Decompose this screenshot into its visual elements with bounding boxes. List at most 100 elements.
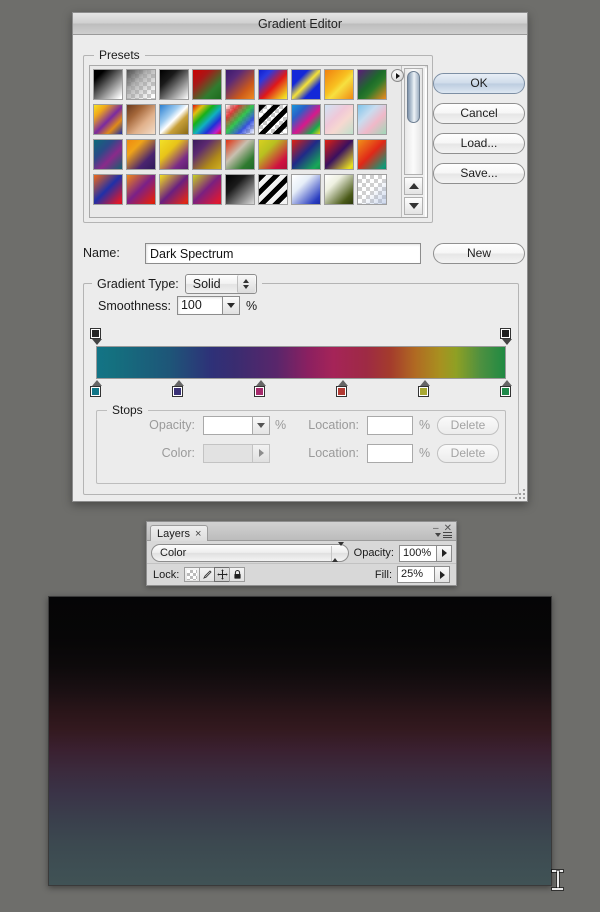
preset-swatch-yellow-violet-orange-blue[interactable] — [93, 104, 123, 135]
preset-swatch-red-navy-green[interactable] — [291, 139, 321, 170]
scrollbar-track[interactable] — [404, 68, 423, 175]
blend-mode-popup[interactable]: Color — [151, 541, 349, 562]
blend-mode-value: Color — [160, 547, 187, 559]
preset-swatch-violet-orange[interactable] — [225, 69, 255, 100]
panel-menu-icon[interactable] — [435, 532, 452, 538]
preset-swatch-red-green[interactable] — [192, 69, 222, 100]
color-stop-green[interactable] — [500, 380, 513, 397]
color-stop-magenta[interactable] — [254, 380, 267, 397]
color-stop-navy[interactable] — [172, 380, 185, 397]
save-button[interactable]: Save... — [433, 163, 525, 184]
preset-swatch-orange-yellow-orange[interactable] — [324, 69, 354, 100]
gradient-name-input[interactable] — [145, 243, 421, 264]
preset-swatch-orange-blue-red[interactable] — [93, 174, 123, 205]
preset-swatch-white-olive[interactable] — [324, 174, 354, 205]
preset-swatch-chrome[interactable] — [159, 104, 189, 135]
delete-opacity-stop-button[interactable]: Delete — [437, 415, 499, 435]
preset-swatch-transparent-rainbow[interactable] — [225, 104, 255, 135]
smoothness-row: Smoothness: 100 % — [98, 296, 257, 315]
color-location-input[interactable] — [367, 443, 413, 463]
gradient-editor-dialog: Gradient Editor Presets OK Cancel Load..… — [72, 12, 528, 502]
preset-swatch-orange-red-teal[interactable] — [357, 139, 387, 170]
preset-swatch-transparent-white[interactable] — [357, 174, 387, 205]
lock-position-move-icon[interactable] — [214, 567, 231, 582]
preset-swatch-fill — [94, 105, 122, 134]
gradient-type-value: Solid — [192, 277, 221, 291]
scroll-up-arrow-icon[interactable] — [404, 177, 423, 195]
opacity-panel-arrow-icon[interactable] — [437, 544, 452, 562]
presets-menu-triangle-icon[interactable] — [391, 69, 404, 82]
preset-swatch-copper[interactable] — [126, 104, 156, 135]
fill-arrow-icon[interactable] — [435, 566, 450, 583]
preset-swatch-red-gray-green[interactable] — [225, 139, 255, 170]
color-stop-olive[interactable] — [418, 380, 431, 397]
opacity-panel-label: Opacity: — [353, 547, 394, 559]
preset-swatch-white-blue[interactable] — [291, 174, 321, 205]
color-swatch[interactable] — [203, 443, 253, 463]
preset-swatch-grid[interactable] — [90, 66, 401, 217]
preset-swatch-fill — [160, 175, 188, 204]
color-stop-teal[interactable] — [90, 380, 103, 397]
preset-swatch-black-gray[interactable] — [225, 174, 255, 205]
preset-swatch-black-stripes[interactable] — [258, 174, 288, 205]
preset-swatch-violet-green-orange[interactable] — [357, 69, 387, 100]
preset-swatch-blue-red-yellow[interactable] — [258, 69, 288, 100]
lock-image-pixels-brush-icon[interactable] — [199, 567, 216, 582]
preset-swatch-fill — [358, 140, 386, 169]
fill-label: Fill: — [374, 568, 392, 581]
preset-swatch-olive-crimson[interactable] — [258, 139, 288, 170]
preset-swatch-blue-magenta-green[interactable] — [291, 104, 321, 135]
preset-swatch-pastel-pink[interactable] — [324, 104, 354, 135]
scrollbar-thumb[interactable] — [407, 71, 420, 123]
opacity-stop-left[interactable] — [90, 328, 103, 345]
document-canvas[interactable] — [49, 597, 551, 885]
color-menu-arrow-icon[interactable] — [253, 443, 270, 463]
gradient-type-popup[interactable]: Solid — [184, 274, 257, 294]
opacity-dropdown-icon[interactable] — [253, 415, 270, 435]
preset-swatch-fill — [259, 140, 287, 169]
gradient-preview-bar[interactable] — [96, 346, 506, 379]
preset-swatch-foreground-to-transparent[interactable] — [126, 69, 156, 100]
preset-swatch-red-violet-yellow[interactable] — [324, 139, 354, 170]
preset-swatch-orange-violet-red[interactable] — [126, 174, 156, 205]
color-stop-red[interactable] — [336, 380, 349, 397]
preset-swatch-orange-violet[interactable] — [126, 139, 156, 170]
lock-transparency-icon[interactable] — [184, 567, 201, 582]
ok-button[interactable]: OK — [433, 73, 525, 94]
document-window[interactable] — [48, 596, 552, 886]
delete-color-stop-button[interactable]: Delete — [437, 443, 499, 463]
preset-swatch-fill — [160, 70, 188, 99]
opacity-panel-input[interactable]: 100% — [399, 544, 437, 562]
preset-swatch-pastel-blue-pink[interactable] — [357, 104, 387, 135]
load-button[interactable]: Load... — [433, 133, 525, 154]
blend-mode-stepper-icon[interactable] — [330, 541, 346, 562]
preset-swatch-yellow-violet-red[interactable] — [159, 174, 189, 205]
new-button[interactable]: New — [433, 243, 525, 264]
presets-scrollbar[interactable] — [401, 66, 425, 217]
cancel-button[interactable]: Cancel — [433, 103, 525, 124]
preset-swatch-violet-olive[interactable] — [192, 139, 222, 170]
opacity-input[interactable] — [203, 415, 253, 435]
opacity-stop-right[interactable] — [500, 328, 513, 345]
preset-swatch-yellow-violet[interactable] — [159, 139, 189, 170]
fill-input[interactable]: 25% — [397, 566, 435, 583]
stops-group-title: Stops — [107, 403, 148, 417]
tab-close-icon[interactable]: × — [195, 528, 201, 540]
preset-swatch-blue-yellow-blue[interactable] — [291, 69, 321, 100]
smoothness-input[interactable]: 100 — [176, 296, 223, 315]
preset-swatch-fill — [226, 140, 254, 169]
smoothness-dropdown-icon[interactable] — [222, 296, 240, 315]
preset-swatch-black-white[interactable] — [93, 69, 123, 100]
opacity-location-input[interactable] — [367, 415, 413, 435]
scroll-down-arrow-icon[interactable] — [404, 197, 423, 215]
preset-swatch-teal-violet[interactable] — [93, 139, 123, 170]
gradient-type-stepper-icon[interactable] — [236, 275, 255, 293]
tab-layers[interactable]: Layers × — [150, 525, 209, 541]
lock-all-padlock-icon[interactable] — [229, 567, 246, 582]
gradient-type-group: Gradient Type: Solid Smoothness: 100 % S… — [83, 274, 519, 495]
preset-swatch-spectrum[interactable] — [192, 104, 222, 135]
preset-swatch-transparent-stripes[interactable] — [258, 104, 288, 135]
preset-swatch-olive-violet-red[interactable] — [192, 174, 222, 205]
preset-swatch-black-white-soft[interactable] — [159, 69, 189, 100]
dialog-resize-grip[interactable] — [512, 486, 525, 499]
